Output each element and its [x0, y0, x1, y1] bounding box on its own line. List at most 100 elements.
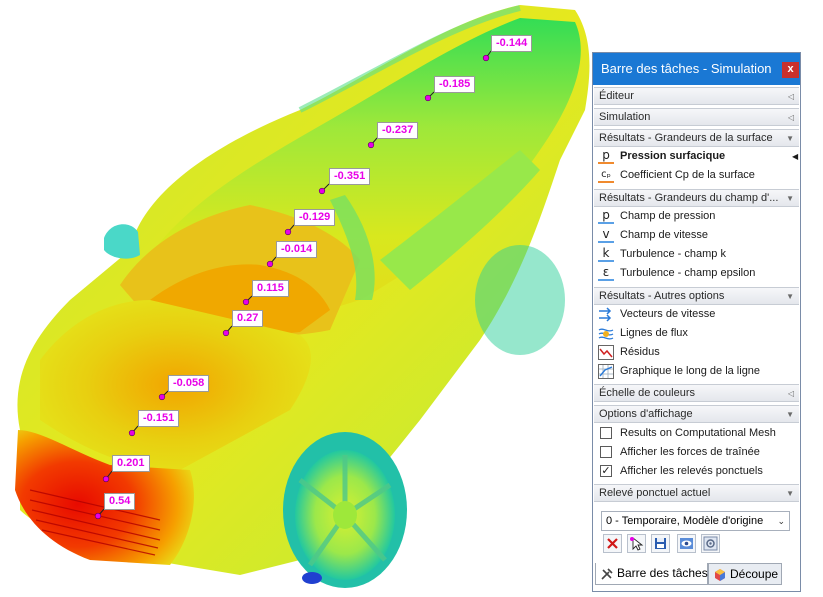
probe-point[interactable] — [222, 329, 230, 337]
section-surface-label: Résultats - Grandeurs de la surface — [599, 132, 773, 144]
velocity-field-icon: v — [598, 228, 614, 243]
expand-down-icon: ▼ — [786, 410, 794, 419]
pressure-icon: p — [598, 149, 614, 164]
probe-value-label[interactable]: -0.144 — [491, 35, 533, 52]
section-editor-label: Éditeur — [599, 90, 634, 102]
section-color-scale[interactable]: Échelle de couleurs ◁ — [594, 384, 799, 402]
line-graph-item[interactable]: Graphique le long de la ligne — [598, 362, 798, 381]
field-item-label: Champ de pression — [620, 210, 716, 222]
field-item[interactable]: p Champ de pression — [598, 207, 798, 226]
streamlines-item[interactable]: Lignes de flux — [598, 324, 798, 343]
section-current-probe[interactable]: Relevé ponctuel actuel ▼ — [594, 484, 799, 502]
streamlines-icon — [598, 328, 614, 340]
tab-section-cut[interactable]: Découpe — [708, 563, 782, 585]
field-item-label: Champ de vitesse — [620, 229, 709, 241]
streamlines-label: Lignes de flux — [620, 327, 688, 339]
probe-point[interactable] — [128, 429, 136, 437]
pressure-field-icon: p — [598, 209, 614, 224]
probe-point[interactable] — [482, 54, 490, 62]
field-item[interactable]: v Champ de vitesse — [598, 226, 798, 245]
probe-value-label[interactable]: -0.129 — [294, 209, 336, 226]
show-probes-checkbox[interactable]: ✓ — [600, 465, 612, 477]
simulation-taskbar-panel: Barre des tâches - Simulation x Éditeur … — [592, 52, 801, 592]
section-simulation-label: Simulation — [599, 111, 651, 123]
display-option-label: Results on Computational Mesh — [620, 427, 776, 439]
probe-value-label[interactable]: 0.54 — [104, 493, 136, 510]
probe-value-label[interactable]: -0.351 — [329, 168, 371, 185]
expand-down-icon: ▼ — [786, 194, 794, 203]
section-scale-label: Échelle de couleurs — [599, 387, 696, 399]
line-graph-icon — [598, 364, 614, 379]
velocity-vectors-label: Vecteurs de vitesse — [620, 308, 716, 320]
residuals-icon — [598, 345, 614, 360]
surface-pressure-item[interactable]: p Pression surfacique ◀ — [598, 147, 798, 166]
probe-point[interactable] — [242, 298, 250, 306]
probe-select[interactable]: 0 - Temporaire, Modèle d'origine ⌄ — [601, 511, 790, 531]
probe-point[interactable] — [318, 187, 326, 195]
surface-cp-label: Coefficient Cp de la surface — [620, 169, 755, 181]
section-simulation[interactable]: Simulation ◁ — [594, 108, 799, 126]
probe-select-value: 0 - Temporaire, Modèle d'origine — [606, 515, 764, 527]
display-option-item[interactable]: Results on Computational Mesh — [598, 424, 798, 443]
surface-cp-item[interactable]: cₚ Coefficient Cp de la surface — [598, 166, 798, 185]
pick-probe-button[interactable] — [627, 534, 646, 553]
section-probe-label: Relevé ponctuel actuel — [599, 487, 711, 499]
probe-point[interactable] — [158, 393, 166, 401]
expand-down-icon: ▼ — [786, 489, 794, 498]
probe-point[interactable] — [367, 141, 375, 149]
probe-value-label[interactable]: -0.058 — [168, 375, 210, 392]
line-graph-label: Graphique le long de la ligne — [620, 365, 761, 377]
display-option-item[interactable]: ✓ Afficher les relevés ponctuels — [598, 462, 798, 481]
section-editor[interactable]: Éditeur ◁ — [594, 87, 799, 105]
probe-point[interactable] — [284, 228, 292, 236]
probe-point[interactable] — [424, 94, 432, 102]
delete-probe-button[interactable] — [603, 534, 622, 553]
display-option-label: Afficher les forces de traînée — [620, 446, 760, 458]
settings-icon — [703, 536, 718, 551]
section-surface-results[interactable]: Résultats - Grandeurs de la surface ▼ — [594, 129, 799, 147]
velocity-vectors-item[interactable]: Vecteurs de vitesse — [598, 305, 798, 324]
car-pressure-visualization[interactable]: -0.144 -0.185 -0.237 -0.351 -0.129 -0.014 0.11… — [0, 0, 595, 592]
save-icon — [655, 538, 666, 549]
probe-value-label[interactable]: -0.151 — [138, 410, 180, 427]
display-option-item[interactable]: Afficher les forces de traînée — [598, 443, 798, 462]
close-button[interactable]: x — [782, 62, 799, 78]
surface-pressure-label: Pression surfacique — [620, 150, 726, 162]
section-display-options[interactable]: Options d'affichage ▼ — [594, 405, 799, 423]
turbulence-k-icon: k — [598, 247, 614, 262]
cube-icon — [715, 569, 725, 581]
residuals-label: Résidus — [620, 346, 660, 358]
tab-taskbar[interactable]: Barre des tâches — [595, 563, 708, 585]
field-item-label: Turbulence - champ k — [620, 248, 726, 260]
drag-forces-checkbox[interactable] — [600, 446, 612, 458]
tab-taskbar-label: Barre des tâches — [617, 566, 708, 580]
turbulence-epsilon-icon: ε — [598, 266, 614, 281]
panel-title-bar[interactable]: Barre des tâches - Simulation x — [593, 53, 800, 85]
save-probe-button[interactable] — [651, 534, 670, 553]
probe-point[interactable] — [102, 475, 110, 483]
probe-value-label[interactable]: 0.115 — [252, 280, 289, 297]
velocity-vectors-icon — [599, 307, 612, 322]
probe-value-label[interactable]: 0.201 — [112, 455, 150, 472]
section-other-results[interactable]: Résultats - Autres options ▼ — [594, 287, 799, 305]
panel-title: Barre des tâches - Simulation — [601, 61, 772, 76]
probe-point[interactable] — [266, 260, 274, 268]
section-other-label: Résultats - Autres options — [599, 290, 725, 302]
section-field-results[interactable]: Résultats - Grandeurs du champ d'... ▼ — [594, 189, 799, 207]
field-item-label: Turbulence - champ epsilon — [620, 267, 756, 279]
collapse-left-icon: ◁ — [787, 389, 794, 398]
mesh-results-checkbox[interactable] — [600, 427, 612, 439]
view-probe-button[interactable] — [677, 534, 696, 553]
probe-value-label[interactable]: 0.27 — [232, 310, 264, 327]
residuals-item[interactable]: Résidus — [598, 343, 798, 362]
field-item[interactable]: k Turbulence - champ k — [598, 245, 798, 264]
field-item[interactable]: ε Turbulence - champ epsilon — [598, 264, 798, 283]
probe-value-label[interactable]: -0.014 — [276, 241, 318, 258]
settings-probe-button[interactable] — [701, 534, 720, 553]
expand-down-icon: ▼ — [786, 292, 794, 301]
probe-value-label[interactable]: -0.237 — [377, 122, 419, 139]
tab-section-cut-label: Découpe — [730, 567, 779, 581]
probe-value-label[interactable]: -0.185 — [434, 76, 476, 93]
display-option-label: Afficher les relevés ponctuels — [620, 465, 763, 477]
probe-point[interactable] — [94, 512, 102, 520]
